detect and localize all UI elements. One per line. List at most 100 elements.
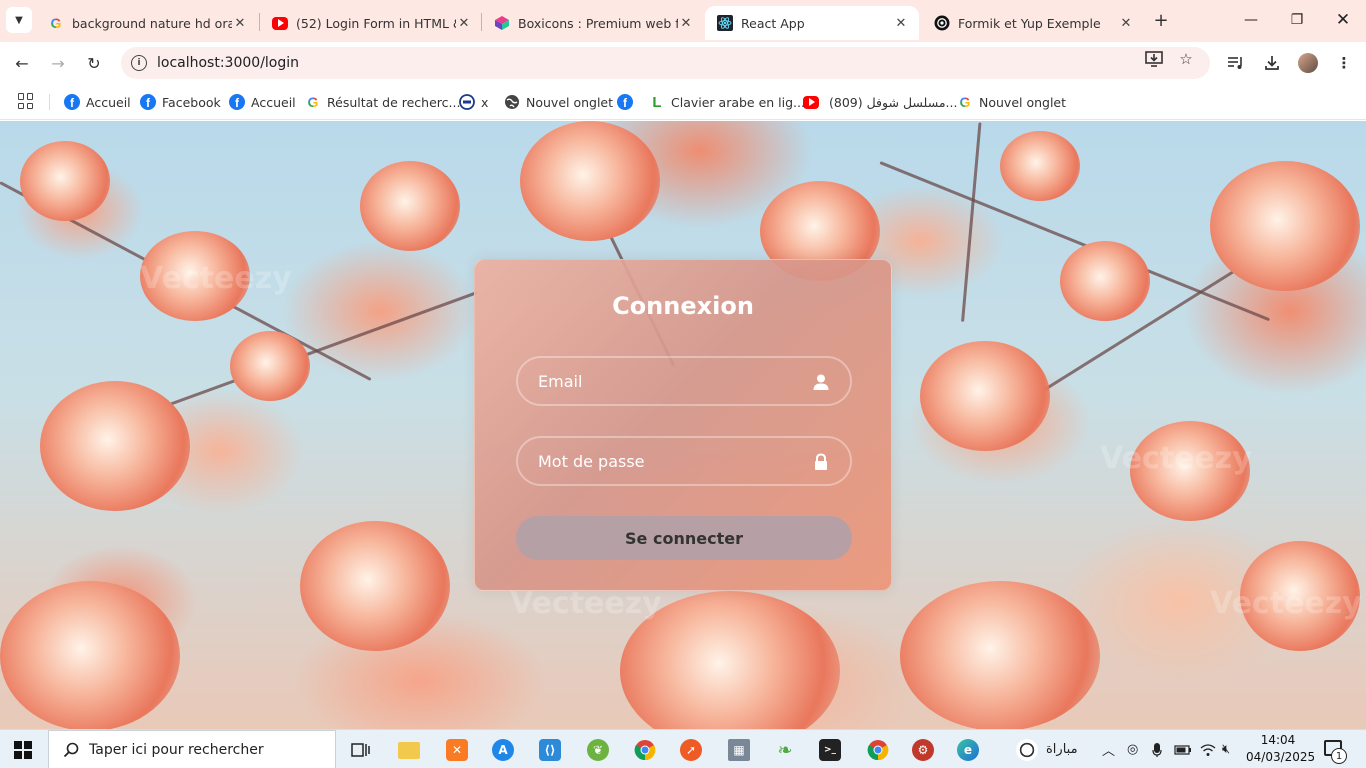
blossom: [40, 381, 190, 511]
close-icon[interactable]: ✕: [1118, 15, 1134, 31]
react-icon: [717, 15, 733, 31]
address-url[interactable]: localhost:3000/login: [157, 55, 299, 71]
edge-icon[interactable]: e: [948, 735, 988, 765]
plus-icon: +: [1153, 9, 1169, 31]
settings-app-icon[interactable]: ⚙: [903, 735, 943, 765]
media-controls-icon[interactable]: [1224, 51, 1248, 75]
clock-time: 14:04: [1260, 733, 1296, 747]
bookmark-star-icon[interactable]: ☆: [1177, 50, 1195, 68]
calculator-icon[interactable]: ▦: [719, 735, 759, 765]
email-input[interactable]: [518, 358, 850, 404]
file-explorer-icon[interactable]: [389, 735, 429, 765]
reload-button[interactable]: ↻: [81, 50, 107, 76]
youtube-icon: [803, 94, 819, 110]
login-title: Connexion: [612, 292, 754, 320]
close-icon[interactable]: ✕: [678, 15, 694, 31]
vscode-icon[interactable]: ⟨⟩: [530, 735, 570, 765]
bookmark-search-result[interactable]: G Résultat de recherc...: [305, 92, 461, 112]
reload-icon: ↻: [87, 53, 101, 73]
background-branch: [961, 122, 982, 322]
bookmark-facebook-icon-only[interactable]: f: [617, 92, 639, 112]
blossom: [300, 521, 450, 651]
chrome-profile-icon[interactable]: [858, 735, 898, 765]
chrome-icon[interactable]: [625, 735, 665, 765]
bookmark-label: Facebook: [162, 94, 221, 110]
mongodb-icon[interactable]: ❧: [765, 735, 805, 765]
password-input[interactable]: [518, 438, 850, 484]
tab-title: (52) Login Form in HTML & C: [296, 15, 456, 31]
taskbar-clock[interactable]: 14:04 04/03/2025: [1246, 732, 1315, 766]
google-g-icon: G: [959, 94, 971, 110]
chevron-up-icon: ︿: [1102, 744, 1116, 759]
tab-react-app[interactable]: React App ✕: [705, 6, 919, 40]
wifi-icon[interactable]: [1200, 730, 1216, 768]
tab-boxicons[interactable]: Boxicons : Premium web frie ✕: [482, 6, 704, 40]
openai-icon: [934, 15, 950, 31]
new-tab-button[interactable]: +: [1150, 9, 1172, 31]
blossom: [1060, 241, 1150, 321]
bookmark-x[interactable]: x: [459, 92, 488, 112]
blossom: [0, 581, 180, 729]
close-icon[interactable]: ✕: [893, 15, 909, 31]
install-app-icon[interactable]: [1145, 50, 1163, 68]
login-button[interactable]: Se connecter: [516, 516, 852, 560]
boxicons-icon: [494, 15, 510, 31]
task-view-icon[interactable]: [340, 735, 380, 765]
restore-icon: ❐: [1290, 12, 1304, 28]
taskbar-search-box[interactable]: Taper ici pour rechercher: [48, 730, 336, 768]
tab-background-nature[interactable]: G background nature hd orang ✕: [36, 6, 258, 40]
browser-tab-strip: ▼ G background nature hd orang ✕ (52) Lo…: [0, 0, 1366, 42]
soccer-ball-icon: [1016, 738, 1038, 761]
bookmark-label: Clavier arabe en lig...: [671, 94, 805, 110]
minimize-button[interactable]: —: [1228, 0, 1274, 40]
volume-muted-icon[interactable]: 🔇︎: [1222, 730, 1230, 768]
apps-grid-icon[interactable]: [18, 93, 34, 109]
login-form: Connexion Se connecter: [474, 259, 892, 591]
tab-formik-yup[interactable]: Formik et Yup Exemple ✕: [922, 6, 1144, 40]
xampp-icon[interactable]: ✕: [437, 735, 477, 765]
bookmark-nouvel-onglet-2[interactable]: G Nouvel onglet: [957, 92, 1066, 112]
tab-login-form-video[interactable]: (52) Login Form in HTML & C ✕: [260, 6, 482, 40]
bookmark-label: Accueil: [86, 94, 131, 110]
bookmark-nouvel-onglet-1[interactable]: Nouvel onglet: [504, 92, 613, 112]
microphone-icon[interactable]: [1152, 730, 1162, 768]
app-store-icon[interactable]: A: [483, 735, 523, 765]
bookmark-clavier-arabe[interactable]: L Clavier arabe en lig...: [649, 92, 805, 112]
profile-avatar[interactable]: [1296, 51, 1320, 75]
bookmark-accueil-2[interactable]: f Accueil: [229, 92, 296, 112]
postman-icon[interactable]: ➚: [671, 735, 711, 765]
bookmark-divider: [49, 94, 50, 110]
bookmark-youtube-series[interactable]: (809) مسلسل شوفل...: [803, 92, 957, 112]
address-bar[interactable]: i localhost:3000/login: [121, 47, 1210, 79]
close-window-button[interactable]: ✕: [1320, 0, 1366, 40]
windows-start-icon[interactable]: [14, 741, 32, 759]
tab-title: Formik et Yup Exemple: [958, 15, 1101, 31]
meet-now-icon[interactable]: ◎: [1127, 730, 1138, 768]
spring-tool-icon[interactable]: ❦: [578, 735, 618, 765]
terminal-icon[interactable]: >_: [810, 735, 850, 765]
email-field[interactable]: [516, 356, 852, 406]
battery-icon[interactable]: [1174, 730, 1192, 768]
blossom: [900, 581, 1100, 729]
back-button[interactable]: ←: [9, 50, 35, 76]
weather-widget[interactable]: مباراة: [1016, 730, 1078, 768]
facebook-icon: f: [229, 94, 245, 110]
site-info-icon[interactable]: i: [131, 55, 147, 71]
tab-title: Boxicons : Premium web frie: [518, 15, 678, 31]
tray-expand-icon[interactable]: ︿: [1102, 730, 1115, 768]
tab-search-menu-button[interactable]: ▼: [6, 7, 32, 33]
forward-button[interactable]: →: [45, 50, 71, 76]
weather-label: مباراة: [1046, 742, 1078, 757]
close-icon[interactable]: ✕: [232, 15, 248, 31]
bookmark-accueil-1[interactable]: f Accueil: [64, 92, 131, 112]
lock-icon: [812, 453, 830, 471]
close-icon[interactable]: ✕: [456, 15, 472, 31]
bookmark-label: Nouvel onglet: [979, 94, 1067, 110]
restore-button[interactable]: ❐: [1274, 0, 1320, 40]
bookmark-label: Accueil: [251, 94, 296, 110]
download-icon[interactable]: [1260, 51, 1284, 75]
password-field[interactable]: [516, 436, 852, 486]
bookmark-facebook[interactable]: f Facebook: [140, 92, 221, 112]
kebab-menu-icon[interactable]: ⋮: [1332, 51, 1356, 75]
bookmark-label: x: [481, 94, 489, 110]
